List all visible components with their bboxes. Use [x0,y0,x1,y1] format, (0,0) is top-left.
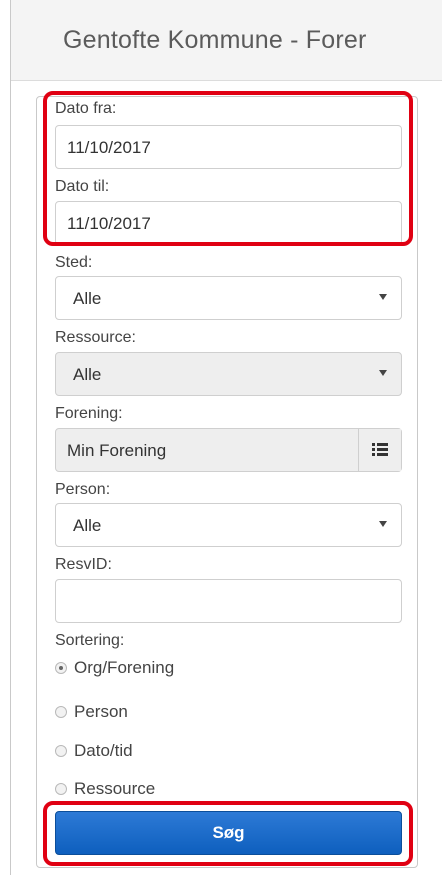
forening-picker-button[interactable] [358,429,401,471]
date-to-label: Dato til: [55,178,110,195]
sted-select[interactable]: Alle [55,276,402,320]
radio-button[interactable] [55,706,67,718]
sort-option-label: Org/Forening [74,658,175,677]
sted-value: Alle [73,289,102,308]
resvid-label: ResvID: [55,556,112,573]
person-label: Person: [55,481,111,498]
ressource-select[interactable]: Alle [55,352,402,396]
sort-option-label: Person [74,702,128,721]
date-to-value: 11/10/2017 [67,214,151,233]
radio-button[interactable] [55,783,67,795]
page-title: Gentofte Kommune - Forer [63,26,367,54]
caret-down-icon [379,521,387,527]
date-from-input[interactable]: 11/10/2017 [55,125,402,169]
forening-label: Forening: [55,405,123,422]
resvid-input[interactable] [55,579,402,623]
sort-option-label: Ressource [74,779,156,798]
caret-down-icon [379,370,387,376]
person-select[interactable]: Alle [55,503,402,547]
radio-button[interactable] [55,662,67,674]
page-header: Gentofte Kommune - Forer [11,0,442,81]
search-button[interactable]: Søg [55,811,402,855]
ressource-label: Ressource: [55,329,136,346]
sort-option-label: Dato/tid [74,741,133,760]
sortering-label: Sortering: [55,632,125,649]
ressource-value: Alle [73,365,102,384]
date-from-label: Dato fra: [55,100,117,117]
date-to-input[interactable]: 11/10/2017 [55,201,402,245]
sted-label: Sted: [55,254,93,271]
caret-down-icon [379,294,387,300]
person-value: Alle [73,516,102,535]
radio-button[interactable] [55,745,67,757]
date-from-value: 11/10/2017 [67,138,151,157]
list-icon [372,443,388,457]
forening-value: Min Forening [67,441,167,460]
forening-input[interactable]: Min Forening [55,428,402,472]
